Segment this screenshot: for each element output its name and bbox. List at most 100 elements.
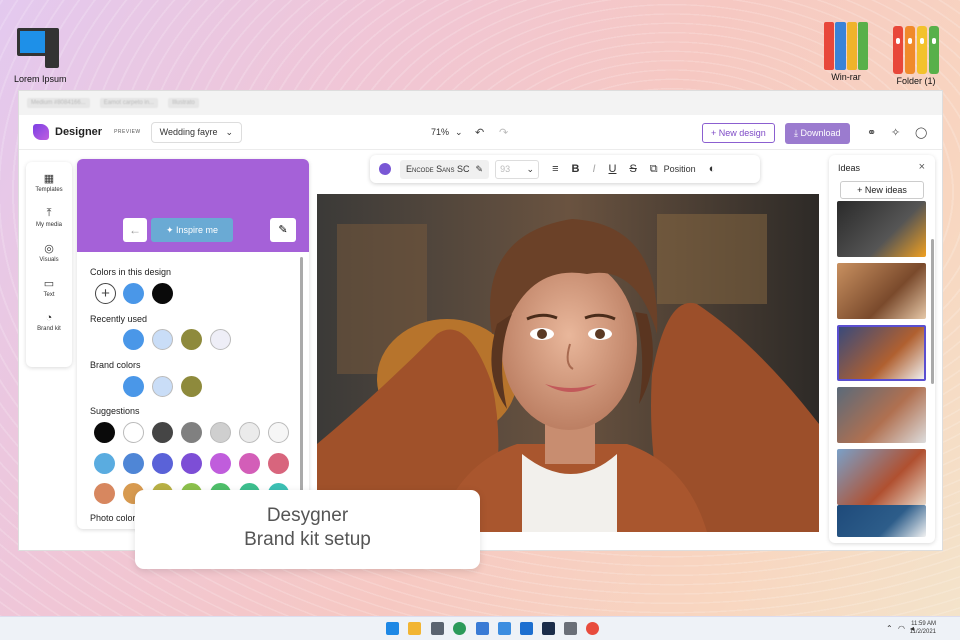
camera-icon[interactable] <box>431 622 444 635</box>
position-button[interactable]: Position <box>664 164 696 174</box>
eyedropper-icon[interactable]: ✎ <box>270 218 296 242</box>
rail-item-text[interactable]: ▭ Text <box>26 277 72 298</box>
position-icon[interactable]: ⧉ <box>650 163 658 176</box>
download-label: Download <box>800 128 841 138</box>
inspire-me-label: Inspire me <box>176 225 219 235</box>
browser-tab[interactable]: Eamot carpeto in... <box>99 98 159 108</box>
wifi-icon[interactable]: ◠ <box>898 624 905 633</box>
browser-tab[interactable]: Medium #8084166... <box>27 98 90 108</box>
close-icon[interactable]: × <box>919 161 925 173</box>
align-icon[interactable]: ≡ <box>552 163 558 175</box>
chevron-up-icon[interactable]: ⌃ <box>886 624 893 633</box>
desktop-icon-winrar[interactable]: Win-rar <box>824 22 868 82</box>
browser-tab[interactable]: Illustrato <box>168 98 199 108</box>
rail-item-my-media[interactable]: ⤒ My media <box>26 207 72 228</box>
desktop-icon-folder[interactable]: Folder (1) <box>893 26 939 86</box>
app-window: Medium #8084166... Eamot carpeto in... I… <box>18 90 943 551</box>
color-swatch[interactable] <box>123 376 144 397</box>
ideas-title: Ideas <box>838 163 861 173</box>
color-swatch[interactable] <box>210 422 231 443</box>
profile-icon[interactable]: ◯ <box>915 126 927 139</box>
section-title: Recently used <box>90 314 148 324</box>
color-swatch[interactable] <box>239 422 260 443</box>
idea-thumbnail[interactable] <box>837 201 926 257</box>
rail-item-visuals[interactable]: ◎ Visuals <box>26 242 72 263</box>
bold-icon[interactable]: B <box>571 163 579 175</box>
font-size: 93 <box>500 163 511 174</box>
clock[interactable]: 11:59 AM 11/2/2021 <box>910 620 936 636</box>
color-swatch[interactable] <box>123 329 144 350</box>
strikethrough-icon[interactable]: S <box>629 163 636 175</box>
color-swatch[interactable] <box>181 453 202 474</box>
color-swatch[interactable] <box>152 329 173 350</box>
color-swatch[interactable] <box>268 422 289 443</box>
font-family-dropdown[interactable]: Encode Sans SC ✎ <box>400 159 490 179</box>
font-size-dropdown[interactable]: 93 ⌄ <box>495 159 540 179</box>
text-icon: ▭ <box>43 278 55 290</box>
add-color-icon[interactable]: + <box>95 283 116 304</box>
text-color-swatch[interactable] <box>379 163 391 175</box>
edge-icon[interactable] <box>453 622 466 635</box>
document-name-dropdown[interactable]: Wedding fayre ⌄ <box>150 121 243 143</box>
chrome-icon[interactable] <box>586 622 599 635</box>
color-swatch[interactable] <box>94 483 115 504</box>
section-title: Photo colors <box>90 513 141 523</box>
rail-item-brand-kit[interactable]: ◔ Brand kit <box>26 312 72 332</box>
section-title: Brand colors <box>90 360 141 370</box>
download-button[interactable]: ⤓ Download <box>785 123 850 144</box>
idea-thumbnail[interactable] <box>837 263 926 319</box>
underline-icon[interactable]: U <box>609 163 617 175</box>
file-explorer-icon[interactable] <box>408 622 421 635</box>
brand-kit-icon: ◔ <box>45 312 53 324</box>
color-swatch[interactable] <box>181 422 202 443</box>
redo-icon[interactable]: ↷ <box>499 126 508 139</box>
color-swatch[interactable] <box>94 422 115 443</box>
share-icon[interactable]: ⚭ <box>867 126 876 139</box>
color-swatch[interactable] <box>181 376 202 397</box>
color-swatch[interactable] <box>152 283 173 304</box>
undo-icon[interactable]: ↶ <box>475 126 484 139</box>
idea-thumbnail[interactable] <box>837 505 926 537</box>
contrast-icon[interactable]: ◐ <box>709 163 716 175</box>
caption-title: Desygner <box>266 505 349 526</box>
idea-thumbnail[interactable] <box>837 387 926 443</box>
idea-thumbnail[interactable] <box>837 325 926 381</box>
time: 11:59 AM <box>911 621 936 627</box>
start-icon[interactable] <box>386 622 399 635</box>
color-swatch[interactable] <box>123 453 144 474</box>
portrait-photo <box>317 194 819 532</box>
new-ideas-button[interactable]: + New ideas <box>840 181 924 199</box>
color-swatch[interactable] <box>152 376 173 397</box>
inspire-me-button[interactable]: ✦ Inspire me <box>151 218 233 242</box>
panel-scrollbar[interactable] <box>300 257 303 527</box>
panel-header: ← ✦ Inspire me ✎ <box>77 159 309 252</box>
caption-subtitle: Brand kit setup <box>244 529 371 550</box>
desktop-icon-computer[interactable]: Lorem Ipsum <box>14 26 67 84</box>
ideas-scrollbar[interactable] <box>931 239 934 384</box>
color-swatch[interactable] <box>239 453 260 474</box>
idea-thumbnail[interactable] <box>837 449 926 505</box>
photos-icon[interactable] <box>498 622 511 635</box>
color-swatch[interactable] <box>181 329 202 350</box>
back-arrow-icon[interactable]: ← <box>123 218 147 242</box>
new-design-button[interactable]: + New design <box>702 123 775 143</box>
color-swatch[interactable] <box>123 422 144 443</box>
italic-icon[interactable]: I <box>592 163 595 175</box>
designer-logo-icon <box>33 124 49 140</box>
rail-item-templates[interactable]: ▦ Templates <box>26 172 72 193</box>
rail-label: Brand kit <box>37 326 61 332</box>
terminal-icon[interactable] <box>542 622 555 635</box>
color-swatch[interactable] <box>123 283 144 304</box>
color-swatch[interactable] <box>152 453 173 474</box>
color-swatch[interactable] <box>210 329 231 350</box>
color-swatch[interactable] <box>94 453 115 474</box>
color-swatch[interactable] <box>268 453 289 474</box>
design-canvas[interactable] <box>317 194 819 532</box>
zoom-dropdown[interactable]: 71% ⌄ <box>431 127 463 138</box>
color-swatch[interactable] <box>152 422 173 443</box>
store-icon[interactable] <box>476 622 489 635</box>
app-icon[interactable] <box>520 622 533 635</box>
color-swatch[interactable] <box>210 453 231 474</box>
magic-icon[interactable]: ✧ <box>891 126 900 139</box>
settings-icon[interactable] <box>564 622 577 635</box>
